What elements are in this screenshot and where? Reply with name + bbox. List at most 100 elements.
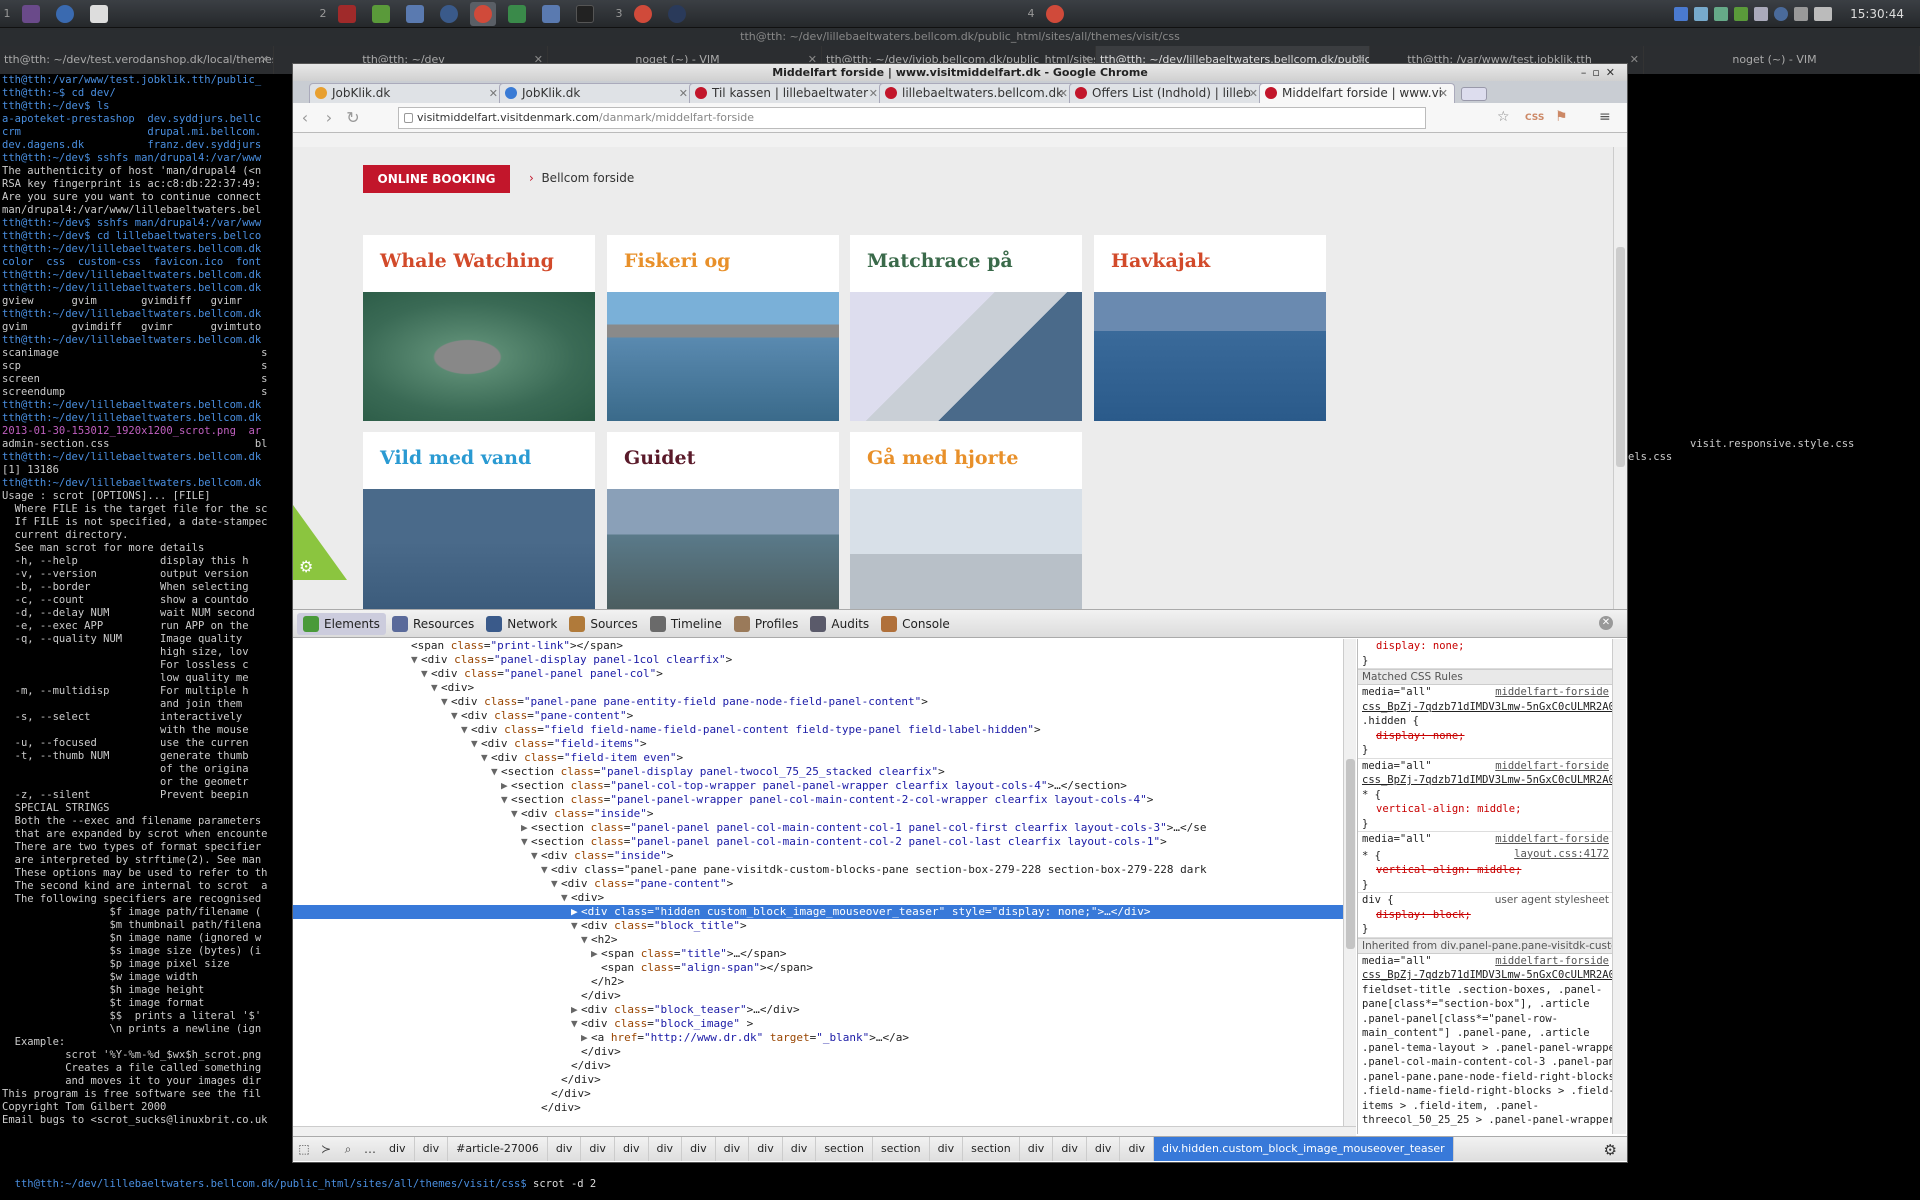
elements-scrollbar[interactable]	[1343, 639, 1356, 1134]
expand-arrow-icon[interactable]: ▼	[541, 863, 551, 877]
expand-arrow-icon[interactable]: ▼	[431, 681, 441, 695]
dom-node[interactable]: ▼ <div class="field field-name-field-pane…	[293, 723, 1356, 737]
expand-arrow-icon[interactable]: ▼	[441, 695, 451, 709]
activity-card[interactable]: Gå med hjorte	[850, 432, 1082, 609]
volume-icon[interactable]	[1794, 7, 1809, 21]
close-icon[interactable]: ✕	[1249, 84, 1258, 103]
activity-card-title[interactable]: Havkajak	[1094, 235, 1326, 292]
breadcrumb-item[interactable]: div	[415, 1137, 449, 1161]
devtools-tab-timeline[interactable]: Timeline	[644, 613, 728, 635]
terminal-tab[interactable]: tth@tth: ~/dev/test.verodanshop.dk/local…	[0, 46, 274, 74]
breadcrumb-item[interactable]: div	[1020, 1137, 1054, 1161]
breadcrumb-item[interactable]: div	[615, 1137, 649, 1161]
expand-arrow-icon[interactable]: ▼	[571, 919, 581, 933]
dom-node[interactable]: ▼ <section class="panel-panel panel-col-m…	[293, 835, 1356, 849]
expand-arrow-icon[interactable]: ▼	[411, 653, 421, 667]
close-icon[interactable]: ✕	[1439, 84, 1448, 103]
chrome-taskbar-icon-3[interactable]	[1042, 2, 1068, 26]
workspace-3[interactable]: 3	[612, 7, 626, 20]
dom-node[interactable]: ▼ <h2>	[293, 933, 1356, 947]
dom-node[interactable]: ▼ <div class="field-item even">	[293, 751, 1356, 765]
dom-node[interactable]: ▶ <a href="http://www.dr.dk" target="_bla…	[293, 1031, 1356, 1045]
terminal-output[interactable]: tth@tth:/var/www/test.jobklik.tth/public…	[0, 74, 292, 1200]
display-icon[interactable]	[1754, 7, 1769, 21]
dom-node[interactable]: ▼ <div>	[293, 891, 1356, 905]
address-bar[interactable]: visitmiddelfart.visitdenmark.com/danmark…	[398, 107, 1426, 129]
workspace-4[interactable]: 4	[1024, 7, 1038, 20]
inkscape-icon[interactable]	[86, 2, 112, 26]
close-icon[interactable]: ✕	[679, 84, 688, 103]
breadcrumb-item[interactable]: div	[649, 1137, 683, 1161]
browser-tab[interactable]: lillebaeltwaters.bellcom.dk ✕	[879, 83, 1075, 103]
more-icon[interactable]: …	[359, 1137, 381, 1161]
clock[interactable]: 15:30:44	[1850, 7, 1904, 21]
document-icon-2[interactable]	[538, 2, 564, 26]
activity-card-title[interactable]: Matchrace på Lillebælt	[850, 235, 1082, 325]
inherited-header[interactable]: Inherited from div.panel-pane.pane-visit…	[1358, 937, 1613, 954]
dom-node[interactable]: ▼ <div class="block_image" >	[293, 1017, 1356, 1031]
dom-node[interactable]: ▶ <section class="panel-panel panel-col-m…	[293, 821, 1356, 835]
breadcrumb-item[interactable]: div	[548, 1137, 582, 1161]
dom-node[interactable]: ▼ <div class="inside">	[293, 849, 1356, 863]
activity-card-image[interactable]	[607, 489, 839, 609]
dom-node[interactable]: ▼ <div class="inside">	[293, 807, 1356, 821]
breadcrumb-item[interactable]: div	[581, 1137, 615, 1161]
forward-icon[interactable]: ›	[317, 108, 341, 127]
expand-arrow-icon[interactable]: ▼	[551, 877, 561, 891]
collapse-arrow-icon[interactable]: ▶	[571, 905, 581, 919]
activity-card-title[interactable]: Fiskeri og strandsjov	[607, 235, 839, 325]
collapse-arrow-icon[interactable]: ▶	[581, 1031, 591, 1045]
activity-card-title[interactable]: Gå med hjorte	[850, 432, 1082, 489]
devtools-tab-resources[interactable]: Resources	[386, 613, 480, 635]
matched-css-rules-header[interactable]: Matched CSS Rules	[1358, 669, 1613, 685]
inspect-icon[interactable]: ⬚	[293, 1137, 315, 1161]
dom-node[interactable]: </div>	[293, 1045, 1356, 1059]
dom-node[interactable]: ▼ <div class="panel-pane pane-entity-fiel…	[293, 695, 1356, 709]
dom-node[interactable]: ▶ <span class="title">…</span>	[293, 947, 1356, 961]
dom-node[interactable]: ▼ <div class="block_title">	[293, 919, 1356, 933]
dom-node[interactable]: ▼ <div class="pane-content">	[293, 709, 1356, 723]
collapse-arrow-icon[interactable]: ▶	[501, 779, 511, 793]
collapse-arrow-icon[interactable]: ▶	[521, 821, 531, 835]
breadcrumb-item[interactable]: div	[749, 1137, 783, 1161]
dom-node[interactable]: <span class="align-span"></span>	[293, 961, 1356, 975]
network-icon[interactable]	[436, 2, 462, 26]
online-booking-button[interactable]: ONLINE BOOKING	[363, 165, 510, 193]
activity-card-image[interactable]	[607, 292, 839, 421]
expand-arrow-icon[interactable]: ▼	[561, 891, 571, 905]
devtools-tab-profiles[interactable]: Profiles	[728, 613, 805, 635]
bellcom-link[interactable]: › Bellcom forside	[529, 171, 634, 185]
browser-tab[interactable]: JobKlik.dk ✕	[309, 83, 505, 103]
devtools-close-icon[interactable]: ✕	[1599, 616, 1613, 630]
expand-arrow-icon[interactable]: ▼	[461, 723, 471, 737]
expand-arrow-icon[interactable]: ▼	[471, 737, 481, 751]
elements-tree[interactable]: <span class="print-link"></span> ▼ <div cl…	[293, 639, 1356, 1134]
dom-node[interactable]: </div>	[293, 1087, 1356, 1101]
css-source-link[interactable]: middelfart-forside	[1495, 833, 1609, 846]
expand-arrow-icon[interactable]: ▼	[571, 1017, 581, 1031]
css-source-link[interactable]: middelfart-forside	[1495, 760, 1609, 773]
css-extension-icon[interactable]: CSS	[1525, 113, 1544, 123]
dom-node[interactable]: </div>	[293, 1059, 1356, 1073]
browser-tab[interactable]: Middelfart forside | www.vi ✕	[1259, 83, 1455, 103]
reload-icon[interactable]: ↻	[341, 108, 365, 127]
activity-card[interactable]: Guidet undervandsjagt	[607, 432, 839, 609]
collapse-arrow-icon[interactable]: ▶	[571, 1003, 581, 1017]
browser-tab[interactable]: Til kassen | lillebaeltwater ✕	[689, 83, 885, 103]
bluetooth-icon[interactable]	[1674, 7, 1689, 21]
menu-icon[interactable]: ≡	[1599, 109, 1611, 125]
dom-node[interactable]: ▼ <section class="panel-panel-wrapper pan…	[293, 793, 1356, 807]
dom-node[interactable]: ▼ <div class="pane-content">	[293, 877, 1356, 891]
expand-arrow-icon[interactable]: ▼	[421, 667, 431, 681]
breadcrumb-item[interactable]: section	[873, 1137, 930, 1161]
breadcrumb-item[interactable]: div	[716, 1137, 750, 1161]
devtools-tab-elements[interactable]: Elements	[297, 612, 386, 635]
window-controls[interactable]: –▫✕	[1581, 64, 1621, 81]
workspace-1[interactable]: 1	[0, 7, 14, 20]
battery-icon[interactable]	[1814, 7, 1833, 21]
activity-card-image[interactable]	[363, 489, 595, 609]
search-icon[interactable]: ⌕	[337, 1137, 359, 1161]
activity-card[interactable]: Vild med vand	[363, 432, 595, 609]
dom-node[interactable]: ▼ <div>	[293, 681, 1356, 695]
gear-icon[interactable]: ⚙	[299, 557, 313, 576]
